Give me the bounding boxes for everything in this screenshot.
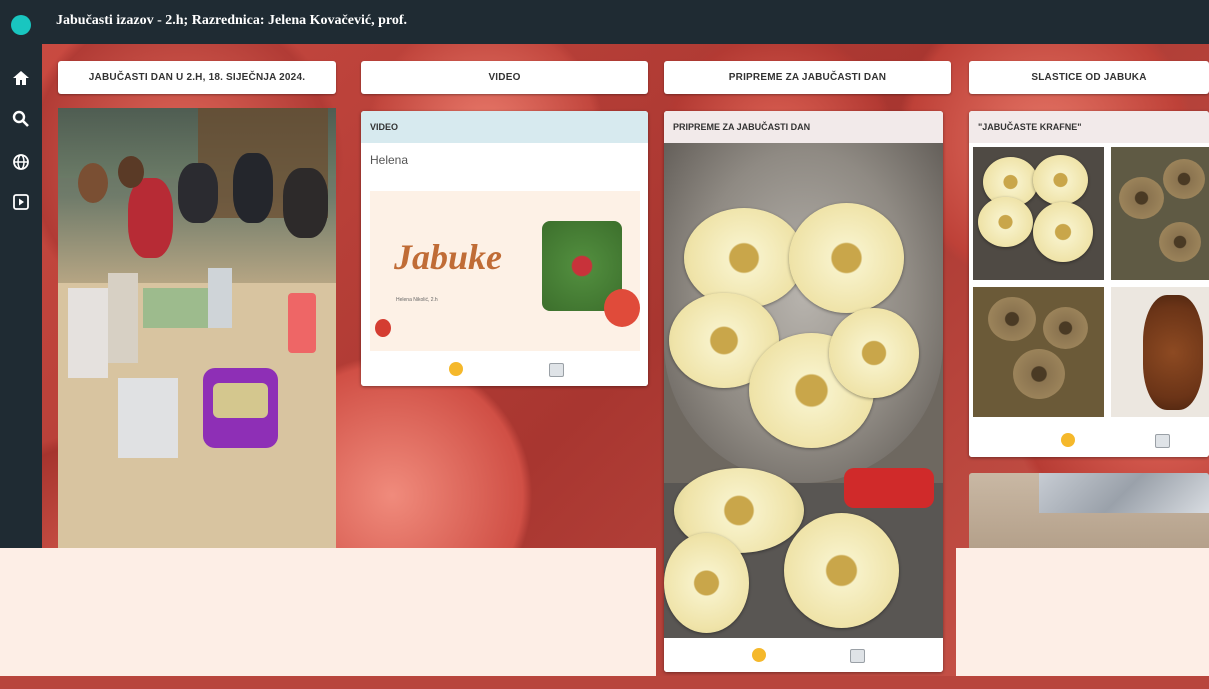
reaction-icon[interactable]	[449, 362, 463, 376]
reaction-icon[interactable]	[752, 648, 766, 662]
bottom-panel-left	[0, 548, 656, 676]
frying-rings-photo[interactable]	[1111, 147, 1209, 280]
krafne-card[interactable]: "JABUČASTE KRAFNE"	[969, 111, 1209, 457]
raw-rings-photo[interactable]	[973, 147, 1104, 280]
bottom-background-strip	[0, 676, 1209, 689]
thumbnail-caption: Helena Nikolić, 2.h	[396, 297, 438, 303]
pripreme-card-title: PRIPREME ZA JABUČASTI DAN	[664, 111, 943, 143]
present-icon[interactable]	[11, 192, 31, 212]
board-title: Jabučasti izazov - 2.h; Razrednica: Jele…	[56, 13, 407, 28]
second-post-photo[interactable]	[969, 473, 1209, 549]
bottom-panel-right	[956, 548, 1209, 676]
column-header-jabucasti-dan[interactable]: JABUČASTI DAN U 2.H, 18. SIJEČNJA 2024.	[58, 61, 336, 94]
attachment-icon[interactable]	[850, 649, 865, 663]
krafne-card-title: "JABUČASTE KRAFNE"	[969, 111, 1209, 143]
thumbnail-title: Jabuke	[394, 237, 502, 277]
video-thumbnail[interactable]: Jabuke Helena Nikolić, 2.h	[370, 191, 640, 351]
top-bar: Jabučasti izazov - 2.h; Razrednica: Jele…	[0, 0, 1209, 44]
video-card-footer	[361, 352, 648, 386]
classroom-photo[interactable]	[58, 108, 336, 548]
column-header-pripreme[interactable]: PRIPREME ZA JABUČASTI DAN	[664, 61, 951, 94]
pripreme-card[interactable]: PRIPREME ZA JABUČASTI DAN	[664, 111, 943, 672]
globe-icon[interactable]	[11, 152, 31, 172]
reaction-icon[interactable]	[1061, 433, 1075, 447]
video-author: Helena	[370, 153, 409, 167]
column-header-slastice[interactable]: SLASTICE OD JABUKA	[969, 61, 1209, 94]
column-header-video[interactable]: VIDEO	[361, 61, 648, 94]
finished-krafne-photo[interactable]	[1111, 287, 1209, 417]
pripreme-card-footer	[664, 638, 943, 672]
video-card[interactable]: VIDEO Helena Jabuke Helena Nikolić, 2.h	[361, 111, 648, 386]
krafne-card-footer	[969, 423, 1209, 457]
video-card-title: VIDEO	[361, 111, 648, 143]
attachment-icon[interactable]	[549, 363, 564, 377]
search-icon[interactable]	[11, 109, 31, 129]
padlet-logo-icon[interactable]	[11, 15, 31, 35]
fried-rings-photo[interactable]	[973, 287, 1104, 417]
apple-slices-photo[interactable]	[664, 143, 943, 638]
attachment-icon[interactable]	[1155, 434, 1170, 448]
home-icon[interactable]	[11, 68, 31, 88]
